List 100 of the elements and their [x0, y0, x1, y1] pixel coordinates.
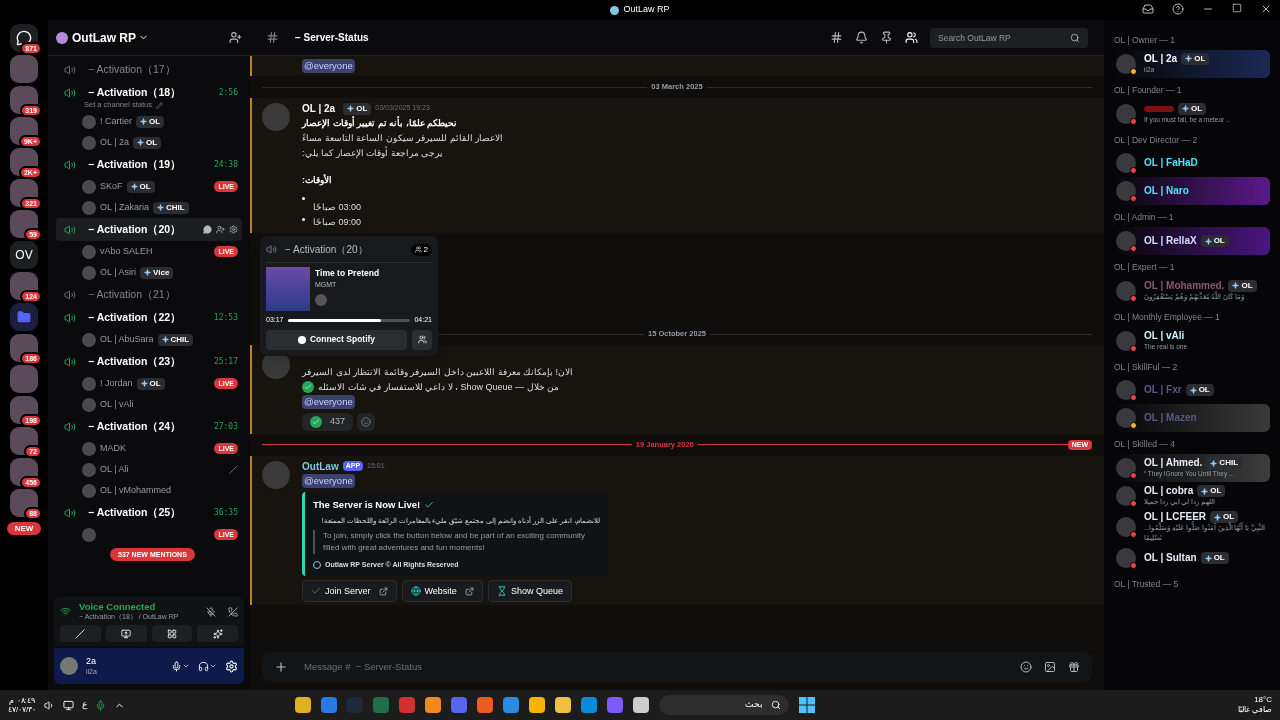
voice-user[interactable]: OL | 2a OL: [56, 132, 242, 153]
new-pill[interactable]: NEW: [6, 522, 42, 535]
folder-icon: [17, 310, 31, 324]
noise-off-icon: [206, 606, 216, 617]
avatar: [1116, 408, 1136, 429]
voice-user[interactable]: ! Cartier OL: [56, 111, 242, 132]
tag-label: OL: [1194, 52, 1206, 65]
member-name: OL | RellaX: [1144, 235, 1197, 247]
speaker-icon: [64, 63, 76, 76]
screen-share-button[interactable]: [105, 625, 147, 642]
speaker-icon: [64, 288, 76, 301]
tag-label: OL: [139, 180, 151, 193]
taskbar-app-icon[interactable]: [529, 697, 546, 713]
author-name[interactable]: OutLaw: [302, 458, 339, 474]
avatar: [1116, 153, 1136, 174]
taskbar-app-icon[interactable]: [555, 697, 572, 713]
author-name[interactable]: OL | 2a: [302, 101, 336, 116]
tag-label: OL: [1241, 279, 1253, 292]
chevron-icon: [182, 662, 190, 670]
globe-icon: [410, 586, 421, 597]
chevron-icon: [209, 662, 217, 670]
avatar: [82, 200, 96, 215]
server-icon[interactable]: [10, 365, 38, 393]
voice-channel[interactable]: − Activation（22） 12:53: [56, 306, 242, 329]
avatar: [82, 527, 96, 542]
role-heading: OL | Trusted — 5: [1114, 578, 1180, 591]
taskbar-app-icon[interactable]: [425, 697, 442, 713]
activities-button[interactable]: [151, 625, 193, 642]
avatar: [82, 265, 96, 280]
composer-bar[interactable]: Message # − Server-Status: [262, 652, 1092, 682]
pencil-icon: [155, 101, 163, 109]
tag-label: OL: [1223, 511, 1235, 522]
member-name: OL | Mazen: [1144, 412, 1197, 425]
link-button[interactable]: Website: [401, 580, 483, 603]
language-indicator[interactable]: ع: [82, 698, 88, 712]
soundboard-button[interactable]: [197, 625, 238, 642]
member-row[interactable]: OL | FaHaD: [1114, 149, 1270, 178]
mention[interactable]: @everyone: [302, 395, 355, 409]
tag-icon: [1182, 105, 1189, 112]
mention[interactable]: @everyone: [302, 59, 355, 73]
taskbar-search[interactable]: بحث: [659, 695, 790, 715]
taskbar-app-icon[interactable]: [503, 697, 520, 713]
member-row[interactable]: OL | Fxr OL: [1114, 376, 1270, 405]
user-name: OL | 2a: [100, 135, 130, 149]
voice-user[interactable]: OL | Asiri Vice: [56, 262, 242, 283]
avatar: [82, 135, 96, 150]
taskbar-app-icon[interactable]: [633, 697, 650, 713]
external-link-icon: [378, 586, 388, 596]
member-row[interactable]: OL | RellaX OL: [1114, 227, 1270, 255]
taskbar-app-icon[interactable]: [477, 697, 494, 713]
threads-icon: [830, 31, 843, 44]
member-name: OL | Mohammed.: [1144, 279, 1225, 291]
member-row[interactable]: OL | Naro: [1114, 177, 1270, 206]
reaction[interactable]: 437: [302, 413, 354, 431]
message-text: 09:00 صباحًا: [313, 216, 362, 229]
voice-channel[interactable]: − Activation（24） 27:03: [56, 415, 242, 438]
settings-icon: [229, 225, 238, 234]
server-icon[interactable]: [10, 55, 38, 83]
message-input[interactable]: Message # − Server-Status: [304, 659, 1020, 675]
smile-icon: [361, 416, 372, 427]
voice-user[interactable]: OL | Ali: [56, 459, 242, 480]
signal-icon: [60, 606, 71, 617]
voice-user[interactable]: OL | Zakaria CHIL: [56, 197, 242, 218]
voice-channel[interactable]: − Activation（21）: [56, 283, 242, 306]
voice-channel[interactable]: − Activation（19） 24:38: [56, 153, 242, 176]
member-name: OL | Sultan: [1144, 552, 1197, 564]
taskbar-app-icon[interactable]: [581, 697, 598, 713]
server-header[interactable]: OutLaw RP: [48, 20, 250, 56]
link-button[interactable]: Join Server: [302, 580, 397, 603]
users-icon: [414, 246, 422, 253]
server-icon[interactable]: OV: [10, 241, 38, 269]
voice-channel[interactable]: − Activation（23） 25:17: [56, 350, 242, 373]
tag-icon: [161, 336, 169, 343]
tag-icon: [1232, 282, 1240, 290]
profile-button[interactable]: [412, 329, 432, 350]
voice-channel[interactable]: − Activation（20）: [56, 218, 242, 241]
voice-status: Voice Connected: [79, 601, 157, 612]
add-reaction-button[interactable]: [357, 413, 376, 431]
avatar: [82, 179, 96, 194]
connect-spotify-button[interactable]: Connect Spotify: [266, 329, 407, 350]
avatar: [1116, 458, 1136, 478]
role-heading: OL | Owner — 1: [1114, 34, 1176, 47]
taskbar-app-icon[interactable]: [295, 697, 312, 713]
tag-icon: [1214, 513, 1222, 521]
voice-user[interactable]: OL | AbuSara CHIL: [56, 329, 242, 350]
server-icon[interactable]: [10, 303, 38, 331]
avatar: [82, 462, 96, 477]
voice-user[interactable]: OL | vMohammed: [56, 480, 242, 501]
users-icon: [417, 335, 427, 344]
mention[interactable]: @everyone: [302, 473, 355, 488]
channel-title: − Server-Status: [295, 31, 369, 45]
voice-channel[interactable]: − Activation（17）: [56, 58, 242, 81]
link-button[interactable]: Show Queue: [487, 580, 572, 603]
start-icon[interactable]: [799, 697, 816, 713]
search-field[interactable]: Search OutLaw RP: [930, 27, 1088, 48]
voice-user[interactable]: OL | vAli: [56, 394, 242, 415]
tag-icon: [130, 183, 138, 190]
member-row[interactable]: OL | Sultan OL: [1114, 544, 1270, 572]
tag-icon: [1189, 386, 1197, 394]
voice-channel[interactable]: − Activation（25） 36:35: [56, 501, 242, 524]
